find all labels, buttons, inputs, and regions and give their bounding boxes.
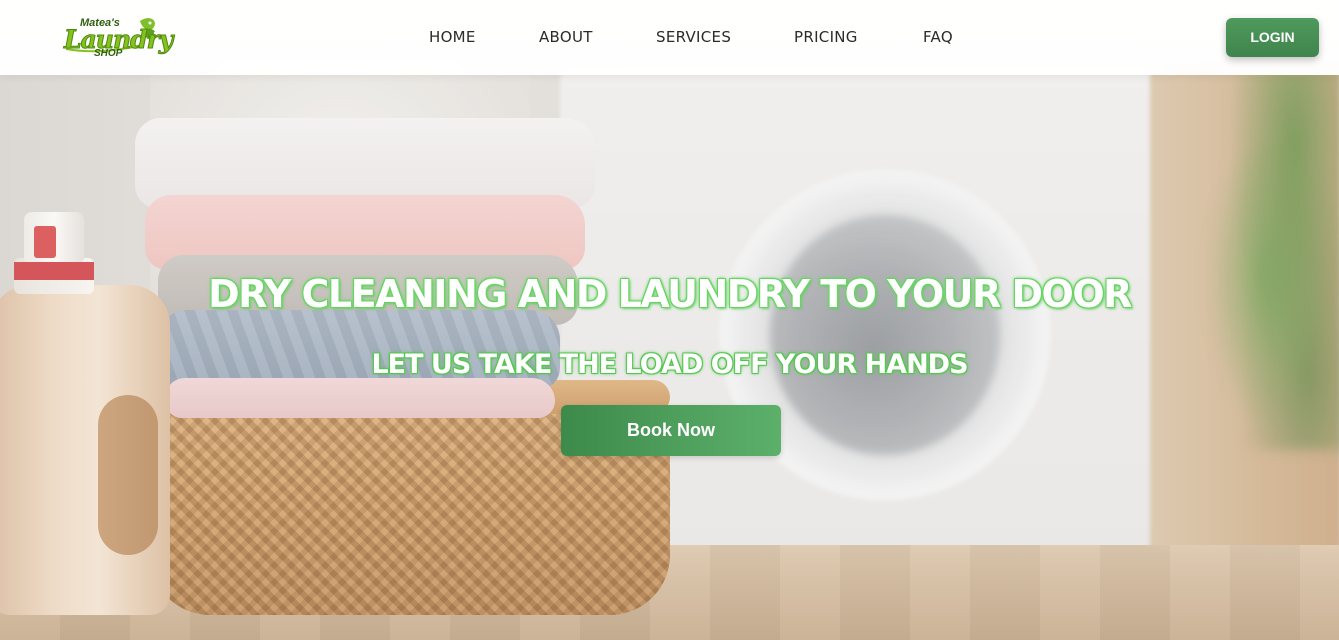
- brand-logo[interactable]: Matea's Laundry SHOP: [62, 15, 173, 61]
- nav-home-link[interactable]: HOME: [429, 28, 476, 46]
- landing-page: Matea's Laundry SHOP HOME ABOUT SERVICES…: [0, 0, 1339, 640]
- hero-subtitle: LET US TAKE THE LOAD OFF YOUR HANDS: [371, 349, 968, 380]
- hero-overlay: [0, 0, 1339, 640]
- nav-services-link[interactable]: SERVICES: [656, 28, 731, 46]
- navbar: Matea's Laundry SHOP HOME ABOUT SERVICES…: [0, 0, 1339, 75]
- login-button[interactable]: LOGIN: [1226, 18, 1319, 57]
- hero-background-image: [0, 0, 1339, 640]
- main-nav: HOME ABOUT SERVICES PRICING FAQ: [0, 0, 1339, 75]
- nav-faq-link[interactable]: FAQ: [923, 28, 953, 46]
- book-now-button[interactable]: Book Now: [561, 405, 781, 456]
- nav-about-link[interactable]: ABOUT: [539, 28, 593, 46]
- hero-title: DRY CLEANING AND LAUNDRY TO YOUR DOOR: [208, 272, 1132, 316]
- nav-pricing-link[interactable]: PRICING: [794, 28, 858, 46]
- logo-text-bottom: SHOP: [94, 48, 123, 59]
